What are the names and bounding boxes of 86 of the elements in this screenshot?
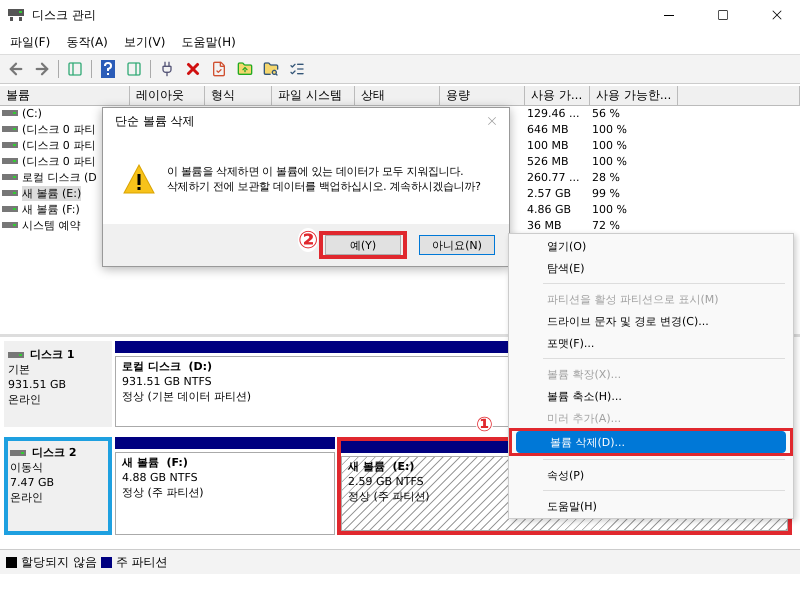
disk-label[interactable]: 디스크 1 기본 931.51 GB 온라인 [4,341,112,427]
partition-name: 새 볼륨 (E:) [348,460,414,473]
disk-status: 온라인 [10,490,44,505]
drive-icon [2,157,18,165]
partition-status: 정상 (주 파티션) [122,486,204,499]
partition-name: 로컬 디스크 (D:) [122,360,212,373]
column-header[interactable]: 사용 가능한... [590,86,678,106]
partition-status: 정상 (주 파티션) [348,490,430,503]
disk-label[interactable]: 디스크 2 이동식 7.47 GB 온라인 [4,437,112,535]
context-menu-item[interactable]: 탐색(E) [513,257,789,279]
table-cell: 100 % [592,122,627,136]
table-cell: 56 % [592,106,620,120]
maximize-icon [717,9,729,21]
volume-name[interactable]: (디스크 0 파티 [22,154,96,168]
help-button[interactable] [98,59,118,79]
disk-size: 7.47 GB [10,475,56,490]
table-cell: 526 MB [527,154,569,168]
table-cell: 260.77 ... [527,170,580,184]
drive-icon [2,109,18,117]
dialog-title: 단순 볼륨 삭제 [115,112,195,130]
partition-size: 4.88 GB NTFS [122,471,198,484]
table-cell: 99 % [592,186,620,200]
volume-name[interactable]: (C:) [22,106,42,120]
table-cell: 100 MB [527,138,569,152]
drive-icon [2,189,18,197]
context-menu-item[interactable]: 도움말(H) [513,495,789,517]
table-cell: 36 MB [527,218,562,232]
disk-type: 기본 [8,362,31,377]
context-menu-item[interactable]: 속성(P) [513,464,789,486]
context-menu-item[interactable]: 드라이브 문자 및 경로 변경(C)... [513,310,789,332]
legend-label: 할당되지 않음 [21,554,97,570]
volume-name[interactable]: (디스크 0 파티 [22,138,96,152]
volume-name[interactable]: 새 볼륨 (F:) [22,202,80,216]
drive-icon [2,125,18,133]
column-header[interactable]: 상태 [355,86,440,106]
menu-item[interactable]: 도움말(H) [175,32,242,52]
volume-name[interactable]: 로컬 디스크 (D [22,170,97,184]
drive-icon [8,350,24,358]
column-header[interactable]: 파일 시스템 [272,86,355,106]
disk-name: 디스크 2 [32,445,76,460]
legend-label: 주 파티션 [116,554,168,570]
context-menu-item[interactable]: 볼륨 삭제(D)... [516,431,786,453]
drive-icon [10,448,26,456]
table-cell: 28 % [592,170,620,184]
disk-type: 이동식 [10,460,44,475]
context-menu-item[interactable]: 포맷(F)... [513,332,789,354]
column-header[interactable]: 사용 가... [525,86,590,106]
drive-icon [2,205,18,213]
column-header[interactable]: 볼륨 [0,86,130,106]
table-cell: 4.86 GB [527,202,572,216]
volume-name[interactable]: 시스템 예약 [22,218,80,232]
dialog-message: 이 볼륨을 삭제하면 이 볼륨에 있는 데이터가 모두 지워집니다. 삭제하기 전에 보관할 데이터를 백업하십시오. 계속하시겠습니까? [167,164,482,194]
dialog-button[interactable]: 예(Y) [325,235,401,255]
partition-size: 931.51 GB NTFS [122,375,212,388]
menu-item[interactable]: 보기(V) [118,32,172,52]
table-cell: 100 % [592,154,627,168]
partition-status: 정상 (기본 데이터 파티션) [122,390,252,403]
disk-size: 931.51 GB [8,377,68,392]
context-menu-item[interactable]: 볼륨 축소(H)... [513,385,789,407]
drive-icon [2,141,18,149]
table-cell: 2.57 GB [527,186,572,200]
table-cell: 646 MB [527,122,569,136]
table-cell: 129.46 ... [527,106,580,120]
column-header[interactable]: 형식 [205,86,272,106]
minimize-icon [664,14,674,16]
dialog-button[interactable]: 아니요(N) [419,235,495,255]
drive-icon [8,8,24,22]
warning-icon [123,164,155,194]
volume-name[interactable]: (디스크 0 파티 [22,122,96,136]
table-cell: 100 % [592,202,627,216]
partition-size: 2.59 GB NTFS [348,475,424,488]
drive-icon [2,221,18,229]
table-cell: 100 % [592,138,627,152]
disk-name: 디스크 1 [30,347,74,362]
partition-block[interactable]: 새 볼륨 (F:) 4.88 GB NTFS 정상 (주 파티션) [115,452,335,535]
window-title: 디스크 관리 [32,6,97,24]
menu-item[interactable]: 파일(F) [4,32,56,52]
drive-icon [2,173,18,181]
column-header[interactable]: 레이아웃 [130,86,205,106]
table-cell: 72 % [592,218,620,232]
menu-item[interactable]: 동작(A) [60,32,114,52]
context-menu-item[interactable]: 열기(O) [513,235,789,257]
partition-name: 새 볼륨 (F:) [122,456,188,469]
disk-status: 온라인 [8,392,42,407]
column-header[interactable]: 용량 [440,86,525,106]
volume-name[interactable]: 새 볼륨 (E:) [22,186,82,200]
